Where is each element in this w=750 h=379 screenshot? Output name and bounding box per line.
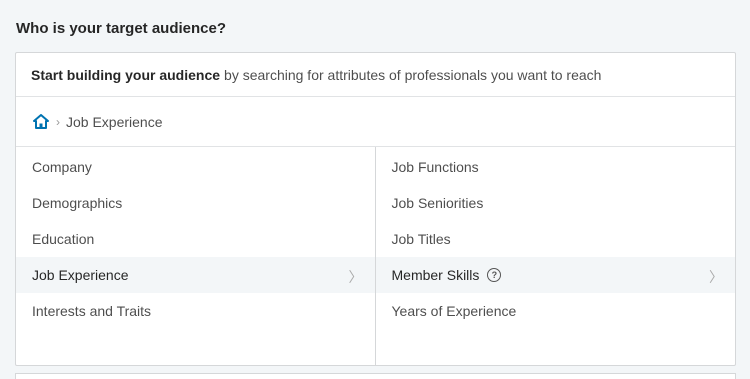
- subcategory-item-member-skills[interactable]: Member Skills ? 〉: [375, 257, 735, 293]
- category-item-interests-and-traits[interactable]: Interests and Traits: [16, 293, 375, 329]
- category-columns: Company Demographics Education Job Exper…: [16, 147, 735, 365]
- category-label: Company: [32, 159, 92, 175]
- subcategory-label: Job Seniorities: [391, 195, 484, 211]
- category-label: Demographics: [32, 195, 123, 211]
- breadcrumb: › Job Experience: [16, 97, 735, 147]
- next-card-edge: [15, 373, 736, 379]
- subcategory-label: Years of Experience: [391, 303, 517, 319]
- subcategory-label: Job Titles: [391, 231, 451, 247]
- intro-rest: by searching for attributes of professio…: [224, 66, 602, 83]
- category-label: Education: [32, 231, 95, 247]
- category-item-demographics[interactable]: Demographics: [16, 185, 375, 221]
- category-item-company[interactable]: Company: [16, 149, 375, 185]
- subcategory-item-job-functions[interactable]: Job Functions: [376, 149, 736, 185]
- audience-builder-card: Start building your audience by searchin…: [15, 52, 736, 366]
- subcategory-item-job-titles[interactable]: Job Titles: [376, 221, 736, 257]
- breadcrumb-current: Job Experience: [66, 113, 163, 130]
- section-title: Who is your target audience?: [16, 20, 227, 37]
- intro-text: Start building your audience by searchin…: [16, 53, 735, 97]
- intro-bold: Start building your audience: [31, 66, 221, 83]
- chevron-right-icon: 〉: [348, 269, 363, 285]
- home-icon[interactable]: [32, 113, 50, 131]
- category-item-job-experience[interactable]: Job Experience 〉: [16, 257, 375, 293]
- category-label: Interests and Traits: [32, 303, 152, 319]
- category-item-education[interactable]: Education: [16, 221, 375, 257]
- chevron-right-icon: ›: [56, 114, 60, 129]
- category-label: Job Experience: [32, 267, 129, 283]
- subcategory-item-job-seniorities[interactable]: Job Seniorities: [376, 185, 736, 221]
- chevron-right-icon: 〉: [709, 269, 723, 285]
- category-list: Company Demographics Education Job Exper…: [16, 147, 376, 365]
- help-icon[interactable]: ?: [487, 268, 502, 282]
- subcategory-label: Job Functions: [391, 159, 479, 175]
- subcategory-item-years-of-experience[interactable]: Years of Experience: [376, 293, 736, 329]
- subcategory-label: Member Skills: [391, 267, 480, 283]
- subcategory-list: Job Functions Job Seniorities Job Titles…: [375, 147, 736, 365]
